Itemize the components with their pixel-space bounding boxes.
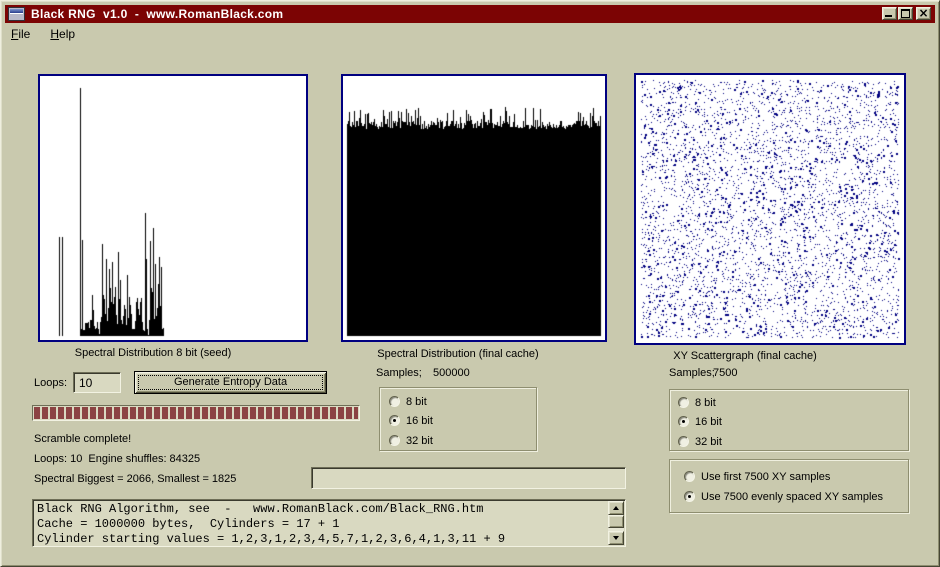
seed-spectral-canvas — [40, 76, 306, 340]
right-radio-8bit-label: 8 bit — [695, 397, 716, 409]
mid-radio-8bit[interactable]: 8 bit — [389, 395, 427, 408]
right-samples-label: Samples; — [669, 367, 715, 379]
scroll-down-button[interactable] — [608, 531, 624, 545]
mid-radio-16bit-label: 16 bit — [406, 415, 433, 427]
right-radio-16bit[interactable]: 16 bit — [678, 415, 722, 428]
final-spectral-canvas — [343, 76, 605, 340]
mid-samples-value: 500000 — [433, 367, 470, 379]
info-line: Cache = 1000000 bytes, Cylinders = 17 + … — [37, 517, 605, 532]
scroll-thumb[interactable] — [608, 515, 624, 528]
right-samples-value: 7500 — [713, 367, 737, 379]
minimize-button[interactable] — [882, 7, 897, 20]
app-window-icon[interactable] — [8, 7, 25, 21]
radio-evenly-spaced-xy-samples-label: Use 7500 evenly spaced XY samples — [701, 491, 883, 503]
mid-radio-16bit[interactable]: 16 bit — [389, 414, 433, 427]
radio-first-xy-samples-label: Use first 7500 XY samples — [701, 471, 830, 483]
mid-radio-32bit-label: 32 bit — [406, 435, 433, 447]
right-radio-16bit-label: 16 bit — [695, 416, 722, 428]
radio-first-xy-samples-circle[interactable] — [684, 471, 695, 482]
right-radio-32bit-label: 32 bit — [695, 436, 722, 448]
window-title: Black RNG v1.0 - www.RomanBlack.com — [31, 7, 283, 21]
algorithm-info-box[interactable]: Black RNG Algorithm, see - www.RomanBlac… — [32, 499, 626, 547]
mid-radio-32bit-circle[interactable] — [389, 435, 400, 446]
final-spectral-caption: Spectral Distribution (final cache) — [341, 348, 575, 360]
app-window-icon-bar — [10, 9, 23, 14]
right-radio-16bit-circle[interactable] — [678, 416, 689, 427]
progress-bar-fill — [34, 407, 358, 419]
radio-first-xy-samples[interactable]: Use first 7500 XY samples — [684, 470, 830, 483]
radio-evenly-spaced-xy-samples-circle[interactable] — [684, 491, 695, 502]
radio-evenly-spaced-xy-samples[interactable]: Use 7500 evenly spaced XY samples — [684, 490, 883, 503]
seed-spectral-panel — [38, 74, 308, 342]
menu-help[interactable]: Help — [46, 25, 79, 41]
right-xy-groupbox — [669, 459, 909, 513]
close-button[interactable]: × — [916, 7, 931, 20]
scattergraph-panel — [634, 73, 906, 345]
seed-spectral-caption: Spectral Distribution 8 bit (seed) — [38, 347, 268, 359]
window-controls: × — [881, 7, 931, 20]
loops-input[interactable]: 10 — [73, 372, 121, 393]
right-radio-8bit-circle[interactable] — [678, 397, 689, 408]
scattergraph-caption: XY Scattergraph (final cache) — [634, 350, 856, 362]
mid-radio-8bit-label: 8 bit — [406, 396, 427, 408]
status-loops-shuffles: Loops: 10 Engine shuffles: 84325 — [34, 453, 200, 465]
info-line: Cylinder starting values = 1,2,3,1,2,3,4… — [37, 532, 605, 547]
scroll-up-icon — [613, 506, 619, 510]
scroll-up-button[interactable] — [608, 501, 624, 515]
progress-bar — [32, 405, 360, 421]
right-radio-8bit[interactable]: 8 bit — [678, 396, 716, 409]
title-bar[interactable]: Black RNG v1.0 - www.RomanBlack.com × — [5, 5, 935, 23]
right-radio-32bit[interactable]: 32 bit — [678, 435, 722, 448]
app-window: Black RNG v1.0 - www.RomanBlack.com × Fi… — [0, 0, 940, 567]
close-icon: × — [918, 9, 928, 18]
spectral-output-field[interactable] — [311, 467, 626, 489]
generate-entropy-button[interactable]: Generate Entropy Data — [134, 371, 327, 394]
status-scramble: Scramble complete! — [34, 433, 131, 445]
mid-samples-label: Samples; — [376, 367, 422, 379]
maximize-icon — [901, 9, 910, 18]
status-spectral-range: Spectral Biggest = 2066, Smallest = 1825 — [34, 473, 236, 485]
loops-label: Loops: — [34, 377, 67, 389]
scroll-down-icon — [613, 536, 619, 540]
right-radio-32bit-circle[interactable] — [678, 436, 689, 447]
mid-radio-32bit[interactable]: 32 bit — [389, 434, 433, 447]
info-vertical-scrollbar[interactable] — [608, 501, 624, 545]
menu-bar: File Help — [7, 25, 79, 41]
final-spectral-panel — [341, 74, 607, 342]
menu-file[interactable]: File — [7, 25, 34, 41]
maximize-button[interactable] — [898, 7, 913, 20]
mid-radio-8bit-circle[interactable] — [389, 396, 400, 407]
scattergraph-canvas — [636, 75, 904, 343]
info-line: Black RNG Algorithm, see - www.RomanBlac… — [37, 502, 605, 517]
mid-radio-16bit-circle[interactable] — [389, 415, 400, 426]
minimize-icon — [885, 15, 892, 17]
